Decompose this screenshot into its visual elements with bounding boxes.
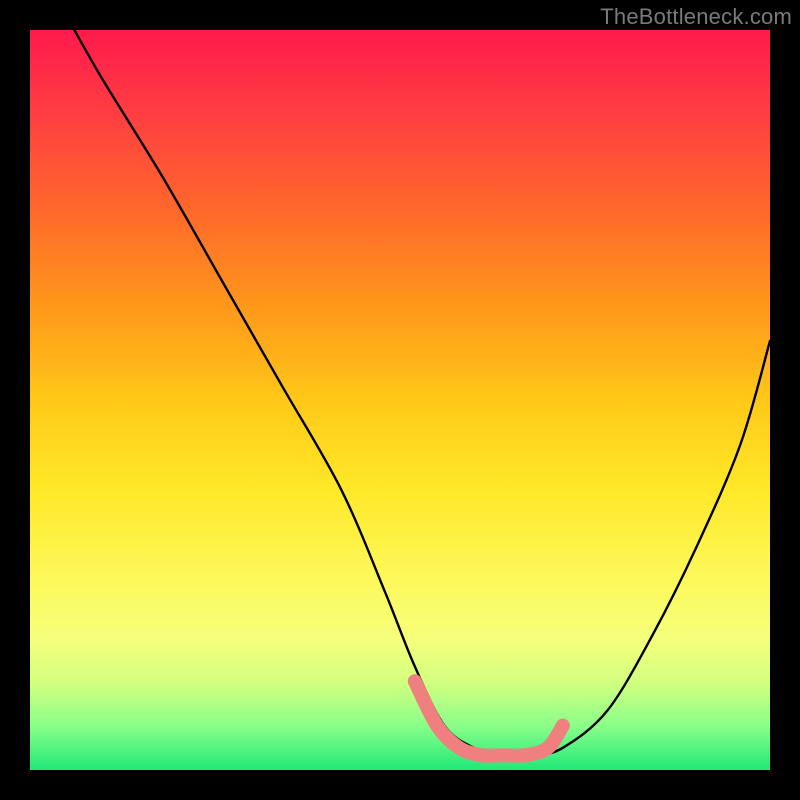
series-curve xyxy=(74,30,770,756)
chart-svg xyxy=(30,30,770,770)
chart-frame: TheBottleneck.com xyxy=(0,0,800,800)
series-highlight xyxy=(415,681,563,756)
watermark-label: TheBottleneck.com xyxy=(600,4,792,30)
plot-area xyxy=(30,30,770,770)
